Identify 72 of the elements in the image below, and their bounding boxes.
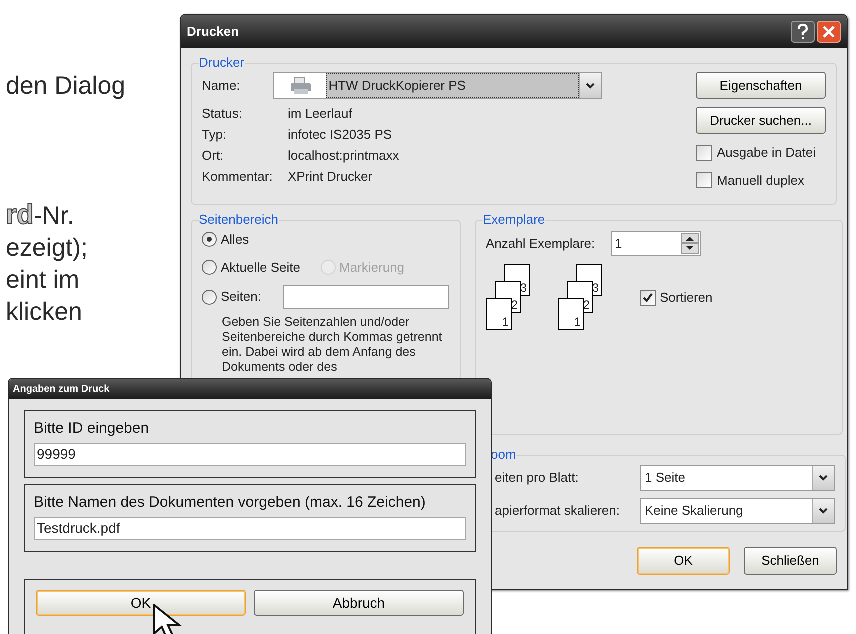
radio-button[interactable]: [202, 232, 217, 248]
window-title: Drucken: [187, 22, 240, 41]
checkbox[interactable]: [640, 290, 656, 306]
page-number: 3: [520, 282, 527, 295]
text-field[interactable]: Testdruck.pdf: [34, 517, 466, 540]
pages-field[interactable]: [283, 285, 450, 309]
dialog-button[interactable]: Schließen: [744, 547, 837, 575]
field-label: Kommentar:: [202, 168, 274, 186]
radio-button[interactable]: [202, 260, 217, 275]
field-value: infotec IS2035 PS: [288, 126, 392, 144]
dropdown-value: Keine Skalierung: [644, 502, 744, 520]
checkbox[interactable]: [696, 172, 712, 188]
caret-icon: [819, 508, 828, 514]
printer-select[interactable]: HTW DruckKopierer PS: [272, 72, 602, 99]
field-label: eiten pro Blatt:: [495, 469, 580, 488]
field-label: Typ:: [202, 126, 228, 144]
checkbox-label: Ausgabe in Datei: [717, 144, 816, 162]
copies-value: 1: [615, 234, 624, 253]
slide-text: eint im: [6, 265, 80, 296]
dropdown-button[interactable]: [812, 466, 834, 490]
printer-name: HTW DruckKopierer PS: [326, 73, 579, 98]
close-icon[interactable]: [817, 20, 841, 42]
spin-arrows-icon[interactable]: [681, 233, 699, 254]
slide-text: rd-Nr.: [6, 199, 74, 232]
window-title: Angaben zum Druck: [13, 382, 110, 396]
page-number: 1: [502, 316, 509, 329]
dropdown-button[interactable]: [812, 499, 834, 523]
dropdown-field[interactable]: 1 Seite: [640, 465, 835, 491]
page-number: 1: [574, 316, 581, 329]
dropdown-button[interactable]: [579, 73, 601, 98]
dialog-button[interactable]: OK: [637, 547, 730, 575]
group-label: Exemplare: [483, 212, 546, 228]
radio-label: Alles: [221, 231, 250, 249]
printer-icon: [290, 76, 312, 94]
radio-button[interactable]: [202, 290, 217, 304]
caret-icon: [586, 82, 595, 88]
group-label: Seitenbereich: [199, 212, 278, 228]
help-icon[interactable]: [791, 20, 815, 42]
dialog-button[interactable]: Eigenschaften: [696, 72, 826, 99]
field-label: Status:: [202, 104, 244, 123]
page-number: 3: [592, 282, 599, 295]
field-label: Name:: [202, 76, 242, 95]
slide-text: ezeigt);: [6, 233, 88, 264]
field-value: localhost:printmaxx: [288, 146, 400, 165]
field-label: Anzahl Exemplare:: [486, 234, 596, 253]
checkbox-label: Sortieren: [660, 288, 713, 307]
slide-text: klicken: [6, 297, 82, 328]
dropdown-value: 1 Seite: [644, 469, 686, 488]
dialog-button[interactable]: Abbruch: [254, 590, 464, 616]
field-label: Ort:: [202, 146, 225, 165]
checkbox-label: Manuell duplex: [717, 172, 804, 190]
copies-spinner[interactable]: 1: [611, 231, 701, 256]
dialog-button[interactable]: OK: [36, 590, 246, 616]
field-label: Bitte ID eingeben: [34, 420, 150, 438]
group-label: oom: [491, 447, 516, 463]
caret-icon: [819, 475, 828, 481]
checkbox[interactable]: [696, 144, 712, 161]
dropdown-field[interactable]: Keine Skalierung: [640, 498, 835, 524]
slide-text: den Dialog: [6, 71, 126, 102]
field-value: XPrint Drucker: [288, 168, 373, 186]
field-label: apierformat skalieren:: [495, 502, 621, 520]
dialog-button[interactable]: Drucker suchen...: [696, 107, 826, 134]
text-field[interactable]: 99999: [34, 443, 466, 466]
page-number: 2: [511, 299, 518, 312]
radio-label: Markierung: [340, 258, 405, 277]
field-label: Bitte Namen des Dokumenten vorgeben (max. 16 Zeichen): [34, 494, 427, 512]
radio-label: Seiten:: [221, 288, 262, 306]
hint-text: Geben Sie Seitenzahlen und/oder Seitenbereiche durch Kommas getrennt ein. Dabei wird ab dem Anfang des Dokuments oder des: [222, 315, 444, 375]
radio-label: Aktuelle Seite: [221, 258, 300, 276]
field-value: im Leerlauf: [288, 104, 352, 123]
page-number: 2: [583, 299, 590, 312]
group-label: Drucker: [199, 55, 245, 71]
